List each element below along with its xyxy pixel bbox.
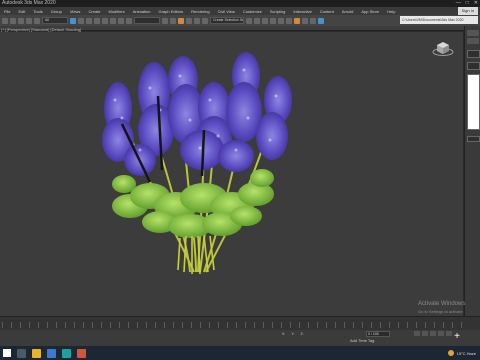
object-name-field[interactable] bbox=[467, 50, 480, 58]
menu-graph-editors[interactable]: Graph Editors bbox=[154, 9, 187, 14]
layer-explorer-icon[interactable] bbox=[262, 17, 268, 24]
menu-civil-view[interactable]: Civil View bbox=[214, 9, 239, 14]
selection-set-dropdown[interactable]: Create Selection Se bbox=[210, 17, 244, 24]
search-icon[interactable] bbox=[17, 348, 26, 358]
perspective-viewport[interactable] bbox=[0, 32, 463, 316]
menu-modifiers[interactable]: Modifiers bbox=[104, 9, 128, 14]
stack-controls[interactable] bbox=[467, 136, 480, 142]
window-crossing-icon[interactable] bbox=[94, 17, 100, 24]
menu-customize[interactable]: Customize bbox=[239, 9, 266, 14]
rotate-icon[interactable] bbox=[110, 17, 116, 24]
menu-bar: File Edit Tools Group Views Create Modif… bbox=[0, 7, 480, 15]
undo-icon[interactable] bbox=[2, 17, 8, 24]
play-icon[interactable] bbox=[430, 331, 436, 336]
selection-filter-dropdown[interactable]: All bbox=[42, 17, 68, 24]
z-coord-label[interactable]: Z: bbox=[300, 332, 303, 336]
curve-editor-icon[interactable] bbox=[278, 17, 284, 24]
reference-coord-dropdown[interactable] bbox=[134, 17, 160, 24]
flower-spikes bbox=[102, 52, 292, 176]
playback-controls bbox=[414, 331, 452, 336]
menu-app-store[interactable]: App Store bbox=[357, 9, 383, 14]
leaf-clump bbox=[112, 169, 274, 238]
go-to-start-icon[interactable] bbox=[414, 331, 420, 336]
menu-edit[interactable]: Edit bbox=[14, 9, 29, 14]
minimize-icon[interactable]: — bbox=[456, 0, 461, 7]
menu-scripting[interactable]: Scripting bbox=[266, 9, 290, 14]
weather-icon[interactable] bbox=[447, 350, 454, 356]
keyboard-shortcut-icon[interactable] bbox=[170, 17, 176, 24]
maximize-icon[interactable]: □ bbox=[466, 0, 469, 7]
percent-snap-icon[interactable] bbox=[194, 17, 200, 24]
powerpoint-icon[interactable] bbox=[77, 348, 86, 358]
menu-rendering[interactable]: Rendering bbox=[187, 9, 213, 14]
redo-icon[interactable] bbox=[10, 17, 16, 24]
app-window: Autodesk 3ds Max 2020 — □ ✕ File Edit To… bbox=[0, 0, 480, 360]
schematic-view-icon[interactable] bbox=[286, 17, 292, 24]
plant-model bbox=[102, 52, 292, 275]
window-controls: — □ ✕ bbox=[456, 0, 478, 7]
snap-3d-icon[interactable] bbox=[178, 17, 184, 24]
menu-interactive[interactable]: Interactive bbox=[289, 9, 315, 14]
select-object-icon[interactable] bbox=[70, 17, 76, 24]
start-icon[interactable] bbox=[3, 349, 11, 357]
store-icon[interactable] bbox=[47, 348, 56, 358]
unlink-icon[interactable] bbox=[26, 17, 32, 24]
material-editor-icon[interactable] bbox=[294, 17, 300, 24]
place-icon[interactable] bbox=[126, 17, 132, 24]
next-frame-icon[interactable] bbox=[438, 331, 444, 336]
timeline-ticks bbox=[2, 322, 462, 328]
frame-field[interactable]: 0 / 100 bbox=[366, 331, 390, 337]
add-time-tag-button[interactable]: Add Time Tag bbox=[350, 338, 374, 343]
bind-space-warp-icon[interactable] bbox=[34, 17, 40, 24]
angle-snap-icon[interactable] bbox=[186, 17, 192, 24]
link-icon[interactable] bbox=[18, 17, 24, 24]
move-icon[interactable] bbox=[102, 17, 108, 24]
rendered-frame-icon[interactable] bbox=[310, 17, 316, 24]
prev-frame-icon[interactable] bbox=[422, 331, 428, 336]
modifier-stack[interactable] bbox=[467, 74, 480, 130]
menu-animation[interactable]: Animation bbox=[129, 9, 155, 14]
render-icon[interactable] bbox=[318, 17, 324, 24]
window-title: Autodesk 3ds Max 2020 bbox=[2, 0, 56, 6]
file-explorer-icon[interactable] bbox=[32, 348, 41, 358]
mirror-icon[interactable] bbox=[246, 17, 252, 24]
title-bar: Autodesk 3ds Max 2020 — □ ✕ bbox=[0, 0, 480, 7]
spinner-snap-icon[interactable] bbox=[202, 17, 208, 24]
select-by-name-icon[interactable] bbox=[78, 17, 84, 24]
rect-select-icon[interactable] bbox=[86, 17, 92, 24]
menu-arnold[interactable]: Arnold bbox=[338, 9, 358, 14]
timeline[interactable] bbox=[0, 316, 480, 330]
viewcube-icon[interactable] bbox=[432, 40, 454, 56]
modify-tab-icon[interactable] bbox=[467, 38, 479, 44]
y-coord-label[interactable]: Y: bbox=[291, 332, 294, 336]
scale-icon[interactable] bbox=[118, 17, 124, 24]
close-icon[interactable]: ✕ bbox=[474, 0, 478, 7]
status-bar: X: Y: Z: 0 / 100 Add Time Tag + bbox=[0, 330, 480, 346]
signin-button[interactable]: Sign In bbox=[457, 7, 478, 15]
menu-help[interactable]: Help bbox=[383, 9, 399, 14]
system-tray: 15°C Haze bbox=[447, 346, 476, 360]
pivot-icon[interactable] bbox=[162, 17, 168, 24]
menu-group[interactable]: Group bbox=[47, 9, 66, 14]
3dsmax-icon[interactable] bbox=[62, 348, 71, 358]
modifier-list-dropdown[interactable] bbox=[467, 62, 480, 70]
align-icon[interactable] bbox=[254, 17, 260, 24]
command-panel bbox=[464, 26, 480, 316]
x-coord-label[interactable]: X: bbox=[282, 332, 285, 336]
menu-content[interactable]: Content bbox=[316, 9, 338, 14]
menu-create[interactable]: Create bbox=[84, 9, 104, 14]
create-tab-icon[interactable] bbox=[467, 30, 479, 36]
set-key-plus-icon[interactable]: + bbox=[452, 332, 462, 342]
project-path-field[interactable]: C:\Users\VM\Documents\3ds Max 2020 bbox=[400, 16, 478, 24]
render-setup-icon[interactable] bbox=[302, 17, 308, 24]
activate-windows-title: Activate Windows bbox=[418, 301, 466, 307]
scene-explorer-icon[interactable] bbox=[270, 17, 276, 24]
menu-tools[interactable]: Tools bbox=[29, 9, 46, 14]
windows-taskbar bbox=[0, 346, 480, 360]
menu-file[interactable]: File bbox=[0, 9, 14, 14]
menu-views[interactable]: Views bbox=[66, 9, 85, 14]
coordinate-readout: X: Y: Z: bbox=[282, 332, 304, 336]
weather-text[interactable]: 15°C Haze bbox=[457, 351, 476, 356]
